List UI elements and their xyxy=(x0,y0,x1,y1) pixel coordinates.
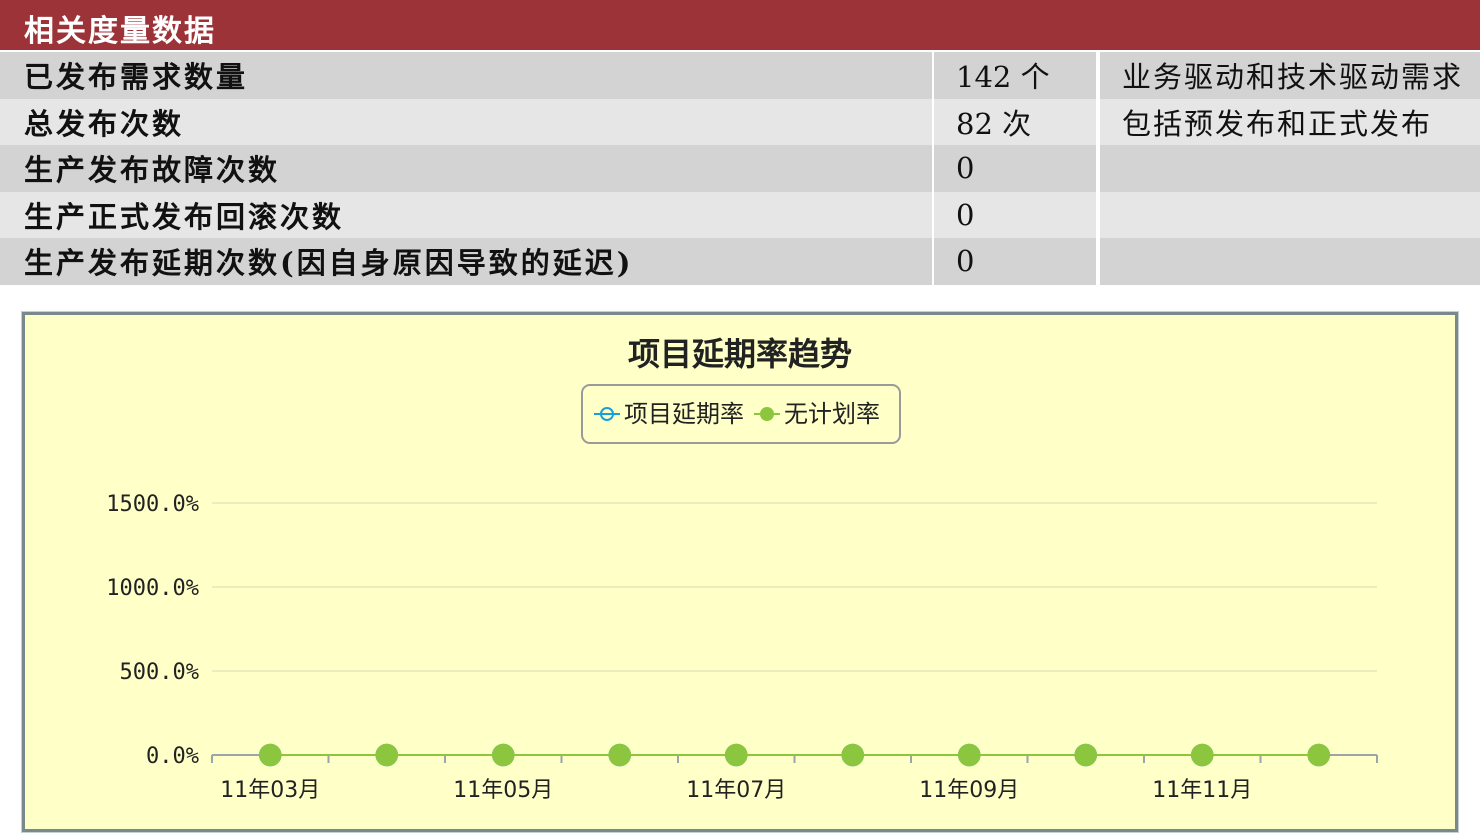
metric-label: 总发布次数 xyxy=(0,98,933,145)
metric-row: 生产发布延期次数(因自身原因导致的延迟) 0 xyxy=(0,238,1480,285)
metric-row: 总发布次数 82 次包括预发布和正式发布 xyxy=(0,98,1480,145)
y-tick-label: 0.0% xyxy=(146,744,199,769)
x-tick-label: 11年09月 xyxy=(919,778,1019,803)
metric-value: 0 xyxy=(932,238,1098,285)
metric-label: 已发布需求数量 xyxy=(0,52,933,99)
legend-label: 项目延期率 xyxy=(624,400,744,428)
chart-legend: 项目延期率 无计划率 xyxy=(581,384,901,444)
data-point xyxy=(375,743,398,767)
metric-label: 生产正式发布回滚次数 xyxy=(0,191,933,238)
metric-label: 生产发布延期次数(因自身原因导致的延迟) xyxy=(0,238,933,285)
metric-value: 0 xyxy=(932,145,1098,192)
delay-rate-chart: 项目延期率趋势 项目延期率 无计划率 0.0% 500.0% 1000.0% 1500.… xyxy=(22,312,1458,832)
metric-value: 82 次 xyxy=(932,98,1098,145)
metric-note: 包括预发布和正式发布 xyxy=(1096,98,1480,145)
y-tick-label: 500.0% xyxy=(120,660,199,685)
metric-row: 已发布需求数量 142 个业务驱动和技术驱动需求 xyxy=(0,52,1480,99)
x-tick-label: 11年11月 xyxy=(1152,778,1252,803)
chart-grid xyxy=(212,502,1377,672)
section-header: 相关度量数据 xyxy=(0,0,1480,50)
section-title: 相关度量数据 xyxy=(24,14,216,49)
data-point xyxy=(1074,743,1097,767)
metric-note xyxy=(1096,191,1480,238)
y-tick-label: 1000.0% xyxy=(106,576,199,601)
y-tick-label: 1500.0% xyxy=(106,492,199,517)
legend-marker xyxy=(760,407,774,421)
data-point xyxy=(1307,743,1330,767)
metric-row: 生产正式发布回滚次数 0 xyxy=(0,191,1480,238)
metric-note: 业务驱动和技术驱动需求 xyxy=(1096,52,1480,99)
metrics-table: 已发布需求数量 142 个业务驱动和技术驱动需求 总发布次数 82 次包括预发布和正式… xyxy=(0,52,1480,285)
metric-note xyxy=(1096,238,1480,285)
chart-title: 项目延期率趋势 xyxy=(628,335,852,373)
data-point xyxy=(1191,743,1214,767)
metric-label: 生产发布故障次数 xyxy=(0,145,933,192)
x-tick-label: 11年03月 xyxy=(220,778,320,803)
metric-row: 生产发布故障次数 0 xyxy=(0,145,1480,192)
data-point xyxy=(841,743,864,767)
chart-canvas: 项目延期率趋势 项目延期率 无计划率 0.0% 500.0% 1000.0% 1500.… xyxy=(106,335,1378,803)
data-point xyxy=(958,743,981,767)
x-tick-label: 11年07月 xyxy=(686,778,786,803)
metric-value: 142 个 xyxy=(932,52,1098,99)
data-point xyxy=(259,743,282,767)
legend-label: 无计划率 xyxy=(784,400,880,428)
data-point xyxy=(492,743,515,767)
metric-value: 0 xyxy=(932,191,1098,238)
data-point xyxy=(608,743,631,767)
metric-note xyxy=(1096,145,1480,192)
x-tick-label: 11年05月 xyxy=(453,778,553,803)
data-point xyxy=(725,743,748,767)
